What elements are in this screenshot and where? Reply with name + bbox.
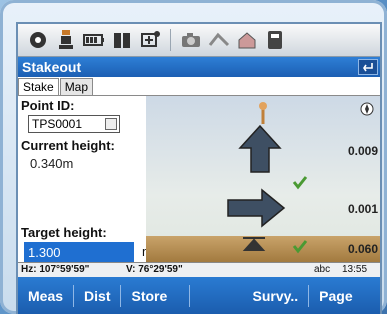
battery-icon[interactable] bbox=[82, 28, 106, 52]
return-icon bbox=[363, 63, 373, 72]
point-list-button[interactable] bbox=[105, 118, 117, 130]
prism-pole-icon bbox=[259, 102, 267, 124]
cut-fill-value: 0.060 bbox=[347, 242, 378, 256]
hz-angle: Hz: 107°59'59" bbox=[21, 264, 90, 275]
back-button[interactable] bbox=[358, 59, 378, 75]
point-id-value: TPS0001 bbox=[32, 117, 83, 131]
right-offset-value: 0.001 bbox=[347, 202, 378, 216]
target-height-input[interactable]: 1.300 bbox=[24, 242, 134, 262]
tab-stake[interactable]: Stake bbox=[18, 78, 59, 96]
satellite-icon[interactable] bbox=[26, 28, 50, 52]
stakeout-graphic: 0.009 0.001 0.060 bbox=[146, 95, 380, 262]
toolbar-divider bbox=[170, 29, 171, 51]
device-screen: Stakeout Stake Map Point ID: TPS0001 Cur… bbox=[18, 24, 380, 314]
v-angle: V: 76°29'59" bbox=[126, 264, 183, 275]
height-marker-icon bbox=[242, 237, 266, 251]
softkey-bar: Meas Dist Store Survy.. Page bbox=[18, 277, 380, 314]
clock: 13:55 bbox=[342, 264, 368, 275]
survey-button[interactable]: Survy.. bbox=[242, 284, 310, 307]
window-titlebar: Stakeout bbox=[18, 57, 380, 77]
current-height-label: Current height: bbox=[21, 138, 115, 153]
status-line: Hz: 107°59'59" V: 76°29'59" abc 13:55 bbox=[18, 262, 380, 278]
arrow-up-icon bbox=[238, 124, 282, 173]
bars-icon[interactable] bbox=[110, 28, 134, 52]
current-height-value: 0.340m bbox=[30, 156, 74, 171]
tab-map[interactable]: Map bbox=[59, 78, 94, 96]
settings-icon[interactable] bbox=[207, 28, 231, 52]
camera-icon[interactable] bbox=[179, 28, 203, 52]
rover-icon[interactable] bbox=[54, 28, 78, 52]
meas-button[interactable]: Meas bbox=[18, 284, 75, 307]
target-height-value: 1.300 bbox=[28, 244, 61, 260]
tab-bar: Stake Map bbox=[18, 78, 94, 96]
point-id-label: Point ID: bbox=[21, 98, 75, 113]
window-title: Stakeout bbox=[22, 59, 82, 75]
home-icon[interactable] bbox=[235, 28, 259, 52]
status-toolbar bbox=[18, 24, 380, 57]
point-id-field[interactable]: TPS0001 bbox=[28, 115, 120, 133]
radio-icon[interactable] bbox=[138, 28, 162, 52]
arrow-right-icon bbox=[227, 188, 286, 228]
dist-button[interactable]: Dist bbox=[74, 284, 122, 307]
sd-icon[interactable] bbox=[263, 28, 287, 52]
check-icon bbox=[292, 176, 308, 190]
input-mode: abc bbox=[314, 264, 331, 275]
compass-icon bbox=[360, 102, 374, 116]
store-button[interactable]: Store bbox=[121, 284, 191, 307]
check-icon bbox=[292, 240, 308, 254]
page-button[interactable]: Page bbox=[309, 285, 362, 307]
up-offset-value: 0.009 bbox=[347, 144, 378, 158]
target-height-label: Target height: bbox=[21, 225, 107, 240]
stake-form-panel: Point ID: TPS0001 Current height: 0.340m… bbox=[18, 95, 153, 262]
